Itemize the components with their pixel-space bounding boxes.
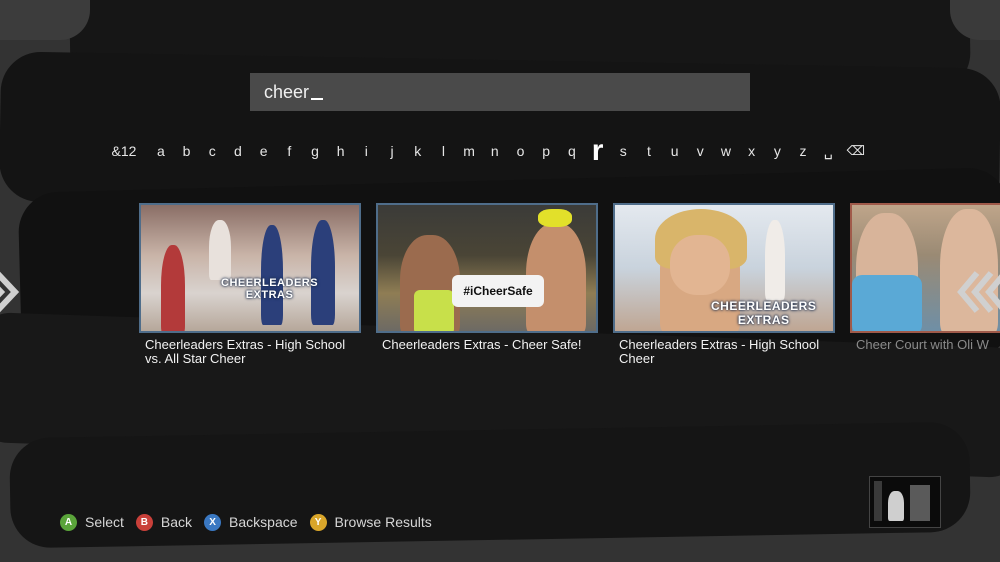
cheerleader-figure bbox=[209, 220, 231, 280]
keyboard-key-p[interactable]: p bbox=[533, 143, 559, 159]
hint-label: Backspace bbox=[229, 514, 298, 530]
result-title: Cheerleaders Extras - High School Cheer bbox=[619, 337, 820, 366]
on-screen-keyboard: &12 a b c d e f g h i j k l m n o p q r … bbox=[100, 134, 880, 168]
result-thumbnail: CHEERLEADERS EXTRAS bbox=[613, 203, 835, 333]
keyboard-key-u[interactable]: u bbox=[662, 143, 688, 159]
keyboard-key-n[interactable]: n bbox=[482, 143, 508, 159]
hint-label: Browse Results bbox=[334, 514, 432, 530]
controller-hints: A Select B Back X Backspace Y Browse Res… bbox=[60, 512, 444, 532]
keyboard-key-backspace-icon[interactable]: ⌫ bbox=[841, 143, 871, 159]
hint-label: Back bbox=[160, 514, 193, 530]
keyboard-key-c[interactable]: c bbox=[199, 143, 225, 159]
result-thumbnail: CHEERLEADERS EXTRAS bbox=[139, 203, 361, 333]
result-title: Cheerleaders Extras - High School vs. Al… bbox=[145, 337, 346, 366]
preview-figure bbox=[874, 481, 882, 521]
a-button-icon: A bbox=[60, 513, 77, 531]
hint-backspace: X Backspace bbox=[204, 513, 298, 531]
keyboard-key-q[interactable]: q bbox=[559, 143, 585, 159]
cheerleader-figure bbox=[161, 245, 185, 331]
keyboard-key-v[interactable]: v bbox=[687, 143, 713, 159]
y-button-icon: Y bbox=[309, 513, 327, 531]
cheerleader-figure bbox=[765, 220, 785, 300]
result-tile[interactable]: CHEERLEADERS EXTRAS Cheerleaders Extras … bbox=[613, 203, 835, 366]
keyboard-key-w[interactable]: w bbox=[713, 143, 739, 159]
keyboard-key-l[interactable]: l bbox=[431, 143, 457, 159]
keyboard-key-o[interactable]: o bbox=[508, 143, 534, 159]
keyboard-key-space[interactable]: ␣ bbox=[816, 143, 841, 160]
preview-figure bbox=[910, 485, 930, 521]
keyboard-key-f[interactable]: f bbox=[276, 143, 302, 159]
text-cursor bbox=[311, 98, 324, 100]
keyboard-key-m[interactable]: m bbox=[456, 143, 482, 159]
keyboard-key-symbols[interactable]: &12 bbox=[100, 143, 148, 159]
keyboard-key-z[interactable]: z bbox=[790, 143, 816, 159]
b-button-icon: B bbox=[135, 513, 153, 531]
keyboard-key-i[interactable]: i bbox=[354, 143, 380, 159]
hashtag-sign: #iCheerSafe bbox=[452, 275, 544, 307]
keyboard-key-d[interactable]: d bbox=[225, 143, 251, 159]
x-button-icon: X bbox=[204, 513, 222, 531]
hint-browse-results: Y Browse Results bbox=[309, 513, 432, 531]
scroll-left-arrow-icon[interactable] bbox=[0, 267, 32, 317]
keyboard-key-y[interactable]: y bbox=[765, 143, 791, 159]
hair-bow bbox=[538, 209, 572, 227]
scroll-right-arrow-icon[interactable] bbox=[955, 267, 1000, 317]
search-results-strip: CHEERLEADERS EXTRAS Cheerleaders Extras … bbox=[139, 203, 1000, 373]
keyboard-key-e[interactable]: e bbox=[251, 143, 277, 159]
cheerleader-figure bbox=[311, 220, 335, 325]
keyboard-key-s[interactable]: s bbox=[610, 143, 636, 159]
result-title: Cheer Court with Oli W bbox=[856, 338, 989, 352]
mini-video-preview[interactable] bbox=[869, 476, 941, 528]
show-logo: CHEERLEADERS EXTRAS bbox=[711, 299, 817, 327]
result-tile[interactable]: CHEERLEADERS EXTRAS Cheerleaders Extras … bbox=[139, 203, 361, 366]
search-input[interactable]: cheer bbox=[250, 73, 750, 111]
keyboard-key-a[interactable]: a bbox=[148, 143, 174, 159]
keyboard-key-x[interactable]: x bbox=[739, 143, 765, 159]
keyboard-key-t[interactable]: t bbox=[636, 143, 662, 159]
keyboard-key-h[interactable]: h bbox=[328, 143, 354, 159]
chevron-left-icon bbox=[957, 271, 1000, 313]
person-figure bbox=[414, 290, 454, 331]
hint-label: Select bbox=[85, 514, 124, 530]
keyboard-key-j[interactable]: j bbox=[379, 143, 405, 159]
result-tile[interactable]: #iCheerSafe Cheerleaders Extras - Cheer … bbox=[376, 203, 598, 352]
cheerleader-figure bbox=[261, 225, 283, 325]
keyboard-key-k[interactable]: k bbox=[405, 143, 431, 159]
keyboard-key-g[interactable]: g bbox=[302, 143, 328, 159]
result-thumbnail: #iCheerSafe bbox=[376, 203, 598, 333]
keyboard-key-r-selected[interactable]: r bbox=[585, 134, 611, 168]
hint-back: B Back bbox=[135, 513, 193, 531]
face bbox=[670, 235, 730, 295]
search-screen: cheer &12 a b c d e f g h i j k l m n o … bbox=[0, 0, 1000, 562]
hint-select: A Select bbox=[60, 513, 124, 531]
shirt bbox=[852, 275, 922, 331]
result-title: Cheerleaders Extras - Cheer Safe! bbox=[382, 337, 582, 352]
search-query-text: cheer bbox=[264, 81, 310, 102]
chevron-right-icon bbox=[0, 271, 20, 313]
preview-figure bbox=[888, 491, 904, 521]
keyboard-key-b[interactable]: b bbox=[174, 143, 200, 159]
show-logo: CHEERLEADERS EXTRAS bbox=[221, 277, 319, 301]
background-stroke bbox=[0, 0, 90, 40]
